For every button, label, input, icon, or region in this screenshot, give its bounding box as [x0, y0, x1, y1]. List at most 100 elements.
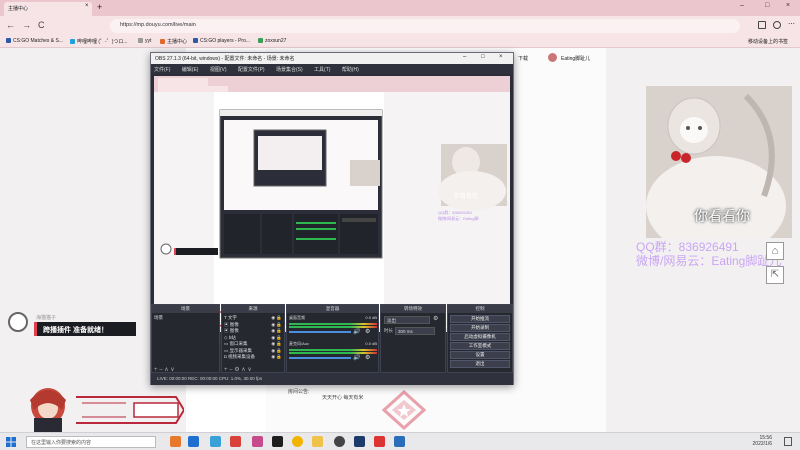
channel-settings-icon[interactable]: ⚙: [365, 328, 370, 335]
channel-settings-icon[interactable]: ⚙: [365, 354, 370, 361]
plugin-ready-banner: 跨播插件 准备就绪！: [34, 322, 136, 336]
channel-name: 麦克风/Aux: [289, 341, 310, 346]
app-icon[interactable]: [312, 436, 323, 447]
transitions-panel: 转场特效 淡出 ⚙ 时长 300 ms: [380, 304, 446, 373]
obs-title-bar[interactable]: OBS 27.1.3 (64-bit, windows) - 配置文件: 未命名…: [151, 53, 513, 64]
volume-slider[interactable]: 🔊 ⚙: [289, 354, 377, 361]
speaker-icon[interactable]: 🔊: [353, 328, 360, 335]
menu-scene-collection[interactable]: 场景集合(S): [276, 67, 303, 73]
level-meter: [289, 352, 377, 354]
bookmark-item[interactable]: CS:GO Matches & S...: [6, 38, 63, 44]
channel-db: 0.0 dB: [365, 341, 377, 346]
share-icon[interactable]: ⇱: [766, 266, 784, 284]
obs-taskbar-icon[interactable]: [334, 436, 345, 447]
url-field[interactable]: https://mp.douyu.com/live/main: [110, 19, 740, 33]
tab-anchor-center[interactable]: 主播中心 ×: [4, 2, 92, 16]
tab-close-icon[interactable]: ×: [85, 3, 89, 9]
steam-icon[interactable]: [394, 436, 405, 447]
profile-icon[interactable]: [773, 21, 781, 29]
plugin-name: 海猫猫子: [36, 315, 57, 321]
tab-title: 主播中心: [8, 6, 29, 12]
anime-character-image: [22, 386, 74, 432]
forward-button[interactable]: →: [22, 20, 31, 30]
volume-slider[interactable]: 🔊 ⚙: [289, 328, 377, 335]
source-list: T 文字 ◉ 🔒 ▣ 图像 ◉ 🔒 ▣ 图像 ◉ 🔒 ◇ b站 ◉ 🔒 ▭ 窗口采集 ◉ …: [224, 315, 282, 361]
start-streaming-button[interactable]: 开始推流: [450, 315, 510, 323]
exit-button[interactable]: 退出: [450, 360, 510, 368]
bookmark-item[interactable]: zoxxun27: [258, 38, 286, 44]
obs-maximize-button[interactable]: □: [481, 54, 485, 60]
home-icon[interactable]: ⌂: [766, 242, 784, 260]
taskbar-search-input[interactable]: 在这里输入你要搜索的内容: [26, 436, 156, 448]
avatar[interactable]: [548, 53, 557, 62]
download-link[interactable]: 下载: [518, 55, 528, 62]
virtual-camera-button[interactable]: 启动虚拟摄像机: [450, 333, 510, 341]
system-clock[interactable]: 15:56 2022/1/6: [740, 435, 772, 447]
level-meter: [289, 326, 377, 328]
speaker-icon[interactable]: 🔊: [353, 354, 360, 361]
app-icon[interactable]: [252, 436, 263, 447]
file-explorer-icon[interactable]: [210, 436, 221, 447]
scenes-header: 场景: [152, 305, 219, 313]
obs-minimize-button[interactable]: –: [463, 54, 466, 60]
scene-item[interactable]: 场景: [154, 315, 163, 321]
app-icon[interactable]: [230, 436, 241, 447]
start-recording-button[interactable]: 开始录制: [450, 324, 510, 332]
notifications-icon[interactable]: [784, 437, 792, 446]
app-icon[interactable]: [374, 436, 385, 447]
diamond-logo-icon: [381, 389, 427, 431]
app-icon[interactable]: [272, 436, 283, 447]
menu-view[interactable]: 视图(V): [210, 67, 227, 73]
obs-window: OBS 27.1.3 (64-bit, windows) - 配置文件: 未命名…: [150, 52, 514, 385]
source-item[interactable]: ◘ 视频采集设备 ◉ 🔒: [224, 354, 282, 361]
status-text: LIVE: 00:00:00 REC: 00:00:00 CPU: 1.0%, …: [157, 376, 263, 381]
firefox-icon[interactable]: [170, 436, 181, 447]
settings-button[interactable]: 设置: [450, 351, 510, 359]
new-tab-button[interactable]: +: [97, 2, 102, 13]
tab-bar: 主播中心 × + – □ ×: [0, 0, 800, 16]
address-bar-row: ← → C https://mp.douyu.com/live/main ⋯: [0, 16, 800, 36]
transition-select[interactable]: 淡出: [384, 316, 430, 324]
app-icon[interactable]: [292, 436, 303, 447]
bookmark-item[interactable]: 主播中心: [160, 38, 187, 45]
mixer-channel: 麦克风/Aux 0.0 dB 🔊 ⚙: [289, 341, 377, 361]
app-icon[interactable]: [354, 436, 365, 447]
menu-file[interactable]: 文件(F): [154, 67, 170, 73]
obs-close-button[interactable]: ×: [499, 54, 503, 60]
other-bookmarks[interactable]: 移动设备上的书签: [748, 38, 788, 45]
user-name[interactable]: Eating脚趾儿: [561, 55, 590, 62]
maximize-button[interactable]: □: [765, 2, 769, 9]
transitions-header: 转场特效: [381, 305, 445, 313]
menu-edit[interactable]: 编辑(E): [182, 67, 199, 73]
duration-input[interactable]: 300 ms: [395, 327, 435, 335]
transition-settings-icon[interactable]: ⚙: [433, 315, 438, 322]
svg-text:微博/网易云：Eating脚: 微博/网易云：Eating脚: [438, 215, 478, 221]
edge-icon[interactable]: [188, 436, 199, 447]
bookmarks-bar: CS:GO Matches & S... 哔哩哔哩 (゜-゜)つロ... yyt…: [0, 36, 800, 48]
reload-button[interactable]: C: [38, 20, 45, 30]
decorative-frame: [76, 395, 186, 425]
bookmark-icon: [70, 39, 75, 44]
channel-name: 桌面音频: [289, 315, 305, 320]
close-window-button[interactable]: ×: [786, 2, 790, 9]
menu-tools[interactable]: 工具(T): [314, 67, 330, 73]
bookmark-icon: [193, 38, 198, 43]
channel-db: 0.0 dB: [365, 315, 377, 320]
collections-icon[interactable]: [758, 21, 766, 29]
url-text: https://mp.douyu.com/live/main: [120, 22, 196, 28]
sources-header: 来源: [222, 305, 284, 313]
more-menu-icon[interactable]: ⋯: [788, 20, 795, 28]
menu-help[interactable]: 帮助(H): [342, 67, 359, 73]
menu-profile[interactable]: 配置文件(P): [238, 67, 265, 73]
svg-text:QQ群：836926491: QQ群：836926491: [438, 209, 473, 215]
obs-preview-canvas[interactable]: 你看看你 QQ群：836926491 微博/网易云：Eating脚: [154, 76, 510, 332]
mixer-channel: 桌面音频 0.0 dB 🔊 ⚙: [289, 315, 377, 335]
minimize-button[interactable]: –: [740, 2, 744, 9]
studio-mode-button[interactable]: 工作室模式: [450, 342, 510, 350]
plugin-logo-icon: [8, 312, 28, 332]
bookmark-item[interactable]: 哔哩哔哩 (゜-゜)つロ...: [70, 38, 128, 45]
back-button[interactable]: ←: [6, 20, 15, 30]
windows-start-icon[interactable]: [6, 437, 16, 447]
bookmark-item[interactable]: CS:GO players - Pro...: [193, 38, 250, 44]
bookmark-item[interactable]: yyt: [138, 38, 151, 44]
